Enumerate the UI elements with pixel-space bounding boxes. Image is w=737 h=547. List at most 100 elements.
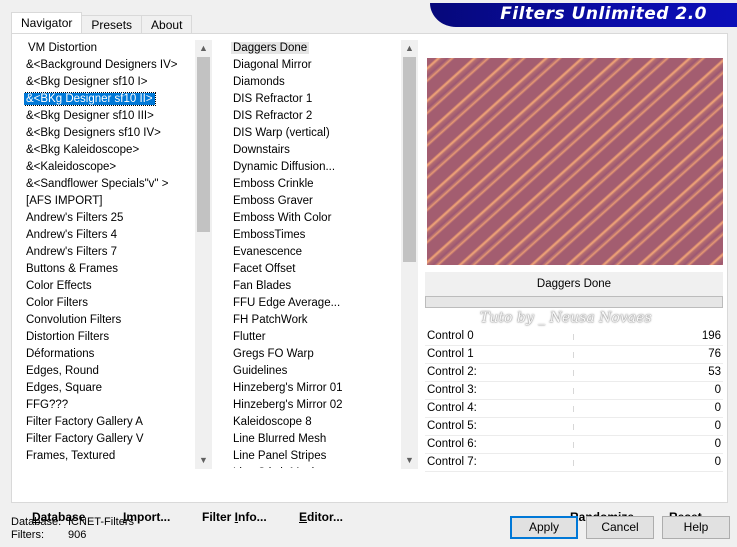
cancel-button[interactable]: Cancel <box>586 516 654 539</box>
filter-item[interactable]: Guidelines <box>228 363 402 380</box>
filter-item[interactable]: Fan Blades <box>228 278 402 295</box>
filter-preview-image <box>427 58 723 265</box>
category-item[interactable]: Color Effects <box>24 278 206 295</box>
filter-item[interactable]: Flutter <box>228 329 402 346</box>
category-item[interactable]: Filter Factory Gallery V <box>24 431 206 448</box>
category-item[interactable]: &<Sandflower Specials"v" > <box>24 176 206 193</box>
filter-label: Guidelines <box>233 365 288 377</box>
filter-item[interactable]: Diamonds <box>228 74 402 91</box>
category-scroll-thumb[interactable] <box>197 57 210 232</box>
control-label: Control 7: <box>427 456 477 468</box>
category-item[interactable]: FFG??? <box>24 397 206 414</box>
filter-item[interactable]: Emboss With Color <box>228 210 402 227</box>
control-label: Control 0 <box>427 330 474 342</box>
filter-item[interactable]: Emboss Graver <box>228 193 402 210</box>
category-label: &<Bkg Kaleidoscope> <box>26 144 140 156</box>
control-sliders: Control 0 196 Control 1 76 Control 2: 53 Contr… <box>425 328 723 472</box>
category-list[interactable]: VM Distortion &<Background Designers IV> &… <box>24 40 206 468</box>
filter-item[interactable]: Gregs FO Warp <box>228 346 402 363</box>
filter-item[interactable]: Line Stitch Mesh <box>228 465 402 468</box>
category-item[interactable]: Frames, Textured <box>24 448 206 465</box>
control-slider[interactable]: Control 0 196 <box>425 328 723 346</box>
category-item[interactable]: &<Bkg Designer sf10 I> <box>24 74 206 91</box>
filter-item[interactable]: FFU Edge Average... <box>228 295 402 312</box>
watermark-text: Tuto by _ Neusa Novaes <box>480 310 652 326</box>
filter-item[interactable]: DIS Warp (vertical) <box>228 125 402 142</box>
control-label: Control 6: <box>427 438 477 450</box>
category-item[interactable]: Edges, Square <box>24 380 206 397</box>
category-item[interactable]: &<Kaleidoscope> <box>24 159 206 176</box>
category-item[interactable]: &<Bkg Designers sf10 IV> <box>24 125 206 142</box>
filter-list[interactable]: Daggers Done Diagonal Mirror Diamonds DIS R… <box>228 40 402 468</box>
category-item[interactable]: Filter Factory Gallery A <box>24 414 206 431</box>
filter-item[interactable]: Dynamic Diffusion... <box>228 159 402 176</box>
category-item[interactable]: Buttons & Frames <box>24 261 206 278</box>
filter-label: Kaleidoscope 8 <box>233 416 312 428</box>
category-item[interactable]: VM Distortion <box>24 40 206 57</box>
control-slider[interactable]: Control 3: 0 <box>425 382 723 400</box>
scroll-down-icon[interactable]: ▼ <box>195 452 212 469</box>
category-label: &<Bkg Designer sf10 III> <box>26 110 154 122</box>
category-item[interactable]: &<BKg Designer sf10 II> <box>24 91 206 108</box>
filter-item[interactable]: Downstairs <box>228 142 402 159</box>
tab-navigator[interactable]: Navigator <box>11 12 83 34</box>
filter-info-button[interactable]: Filter Info... <box>202 510 267 524</box>
filter-item[interactable]: Hinzeberg's Mirror 02 <box>228 397 402 414</box>
filter-scrollbar[interactable]: ▲ ▼ <box>401 40 418 469</box>
control-label: Control 3: <box>427 384 477 396</box>
category-item[interactable]: Déformations <box>24 346 206 363</box>
category-item[interactable]: Edges, Round <box>24 363 206 380</box>
category-label: VM Distortion <box>28 42 98 54</box>
category-item[interactable]: Andrew's Filters 7 <box>24 244 206 261</box>
filter-label: DIS Refractor 1 <box>233 93 313 105</box>
control-label: Control 5: <box>427 420 477 432</box>
filter-label: Flutter <box>233 331 266 343</box>
filters-label: Filters: <box>11 529 44 541</box>
apply-button[interactable]: Apply <box>510 516 578 539</box>
control-slider[interactable]: Control 1 76 <box>425 346 723 364</box>
filter-item[interactable]: Kaleidoscope 8 <box>228 414 402 431</box>
filter-item[interactable]: Diagonal Mirror <box>228 57 402 74</box>
progress-bar <box>425 296 723 308</box>
filter-item[interactable]: DIS Refractor 2 <box>228 108 402 125</box>
control-slider[interactable]: Control 4: 0 <box>425 400 723 418</box>
scroll-up-icon[interactable]: ▲ <box>401 40 418 57</box>
filter-label: FFU Edge Average... <box>233 297 341 309</box>
help-button[interactable]: Help <box>662 516 730 539</box>
editor-button[interactable]: Editor... <box>299 510 343 524</box>
category-item[interactable]: Andrew's Filters 4 <box>24 227 206 244</box>
scroll-up-icon[interactable]: ▲ <box>195 40 212 57</box>
status-info: Database: ICNET-Filters Filters: 906 <box>11 516 134 542</box>
filter-item[interactable]: Facet Offset <box>228 261 402 278</box>
category-item[interactable]: &<Background Designers IV> <box>24 57 206 74</box>
control-slider[interactable]: Control 2: 53 <box>425 364 723 382</box>
category-label: Déformations <box>26 348 95 360</box>
category-item[interactable]: Distortion Filters <box>24 329 206 346</box>
filter-item[interactable]: EmbossTimes <box>228 227 402 244</box>
filter-item[interactable]: Hinzeberg's Mirror 01 <box>228 380 402 397</box>
tab-presets[interactable]: Presets <box>81 15 143 34</box>
category-label: Andrew's Filters 7 <box>26 246 118 258</box>
filter-item[interactable]: FH PatchWork <box>228 312 402 329</box>
category-item[interactable]: &<Bkg Designer sf10 III> <box>24 108 206 125</box>
filter-item[interactable]: Daggers Done <box>228 40 402 57</box>
category-item[interactable]: Andrew's Filters 25 <box>24 210 206 227</box>
filter-item[interactable]: Line Blurred Mesh <box>228 431 402 448</box>
control-slider[interactable]: Control 5: 0 <box>425 418 723 436</box>
category-scrollbar[interactable]: ▲ ▼ <box>195 40 212 469</box>
category-item[interactable]: [AFS IMPORT] <box>24 193 206 210</box>
control-slider[interactable]: Control 6: 0 <box>425 436 723 454</box>
scroll-down-icon[interactable]: ▼ <box>401 452 418 469</box>
filter-item[interactable]: Line Panel Stripes <box>228 448 402 465</box>
tab-about[interactable]: About <box>141 15 193 34</box>
category-item[interactable]: Convolution Filters <box>24 312 206 329</box>
category-label: Color Filters <box>26 297 88 309</box>
filter-item[interactable]: Emboss Crinkle <box>228 176 402 193</box>
control-slider[interactable]: Control 7: 0 <box>425 454 723 472</box>
category-item[interactable]: Color Filters <box>24 295 206 312</box>
filter-item[interactable]: Evanescence <box>228 244 402 261</box>
filter-item[interactable]: DIS Refractor 1 <box>228 91 402 108</box>
category-item[interactable]: &<Bkg Kaleidoscope> <box>24 142 206 159</box>
control-label: Control 1 <box>427 348 474 360</box>
filter-scroll-thumb[interactable] <box>403 57 416 262</box>
